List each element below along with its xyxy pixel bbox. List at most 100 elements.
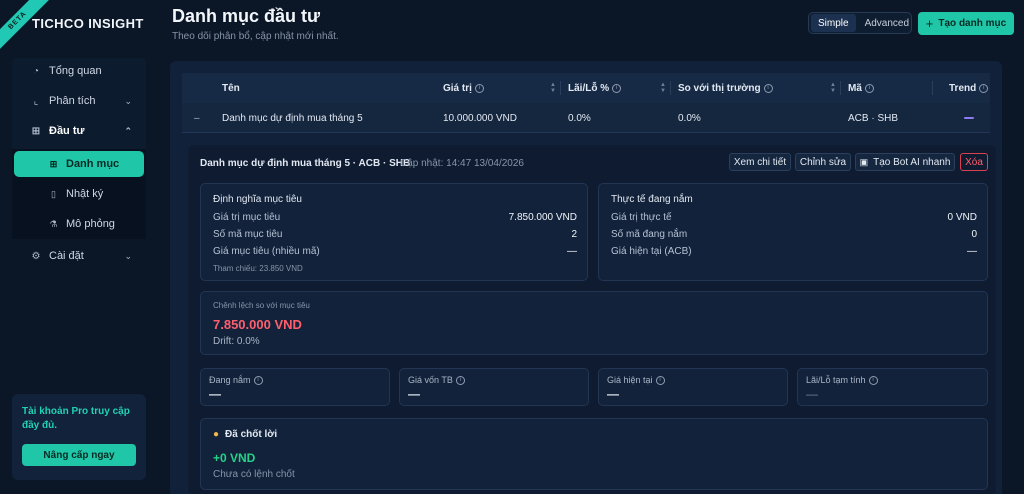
sidebar-item-label: Phân tích bbox=[49, 95, 96, 107]
info-icon: i bbox=[864, 83, 874, 93]
sidebar-subitem-portfolio[interactable]: ⊞ Danh mục bbox=[14, 151, 144, 177]
deviation-value: 7.850.000 VND bbox=[213, 317, 302, 332]
actual-card: Thực tế đang nắm Giá trị thực tế 0 VND S… bbox=[598, 183, 988, 281]
plus-icon: + bbox=[925, 16, 934, 31]
sort-icon[interactable]: ▲ ▼ bbox=[830, 82, 836, 94]
deviation-label: Chênh lệch so với mục tiêu bbox=[213, 301, 310, 310]
column-header-vs-market[interactable]: So với thị trường i bbox=[678, 73, 773, 103]
row-value: 10.000.000 VND bbox=[443, 112, 517, 124]
column-header-trend[interactable]: Trend i bbox=[949, 73, 989, 103]
column-header-pl[interactable]: Lãi/Lỗ % i bbox=[568, 73, 622, 103]
sort-icon[interactable]: ▲ ▼ bbox=[550, 82, 556, 94]
actual-row: Giá trị thực tế 0 VND bbox=[611, 212, 977, 223]
sidebar-subitem-journal[interactable]: ▯ Nhật ký bbox=[12, 181, 146, 207]
info-icon: i bbox=[474, 83, 484, 93]
bot-icon: ▣ bbox=[859, 156, 869, 167]
column-header-code[interactable]: Mã i bbox=[848, 73, 874, 103]
pro-card: Tài khoản Pro truy cập đầy đủ. Nâng cấp … bbox=[12, 394, 146, 480]
row-codes: ACB · SHB bbox=[848, 112, 899, 124]
target-reference: Tham chiếu: 23.850 VND bbox=[213, 264, 303, 273]
target-card-title: Định nghĩa mục tiêu bbox=[213, 194, 302, 205]
column-divider bbox=[932, 81, 933, 95]
gear-icon: ⚙ bbox=[31, 250, 41, 262]
sidebar-item-label: Mô phỏng bbox=[66, 218, 115, 230]
stat-card-unrealized-pl: Lãi/Lỗ tạm tính i — bbox=[797, 368, 988, 406]
sidebar-item-settings[interactable]: ⚙ Cài đặt ⌄ bbox=[12, 243, 146, 269]
stat-card-avg-cost: Giá vốn TB i — bbox=[399, 368, 589, 406]
book-icon: ▯ bbox=[51, 188, 56, 199]
target-row: Số mã mục tiêu 2 bbox=[213, 229, 577, 240]
column-header-name[interactable]: Tên bbox=[222, 73, 240, 103]
info-icon: i bbox=[253, 375, 263, 385]
info-icon: i bbox=[763, 83, 773, 93]
chart-icon: ⌞ bbox=[33, 95, 39, 107]
detail-updated: Cập nhật: 14:47 13/04/2026 bbox=[400, 158, 524, 169]
sidebar-item-label: Cài đặt bbox=[49, 250, 84, 262]
stat-card-holding: Đang nắm i — bbox=[200, 368, 390, 406]
target-row: Giá mục tiêu (nhiều mã) — bbox=[213, 246, 577, 257]
table-row[interactable]: – Danh mục dự định mua tháng 5 10.000.00… bbox=[182, 103, 990, 133]
info-icon: i bbox=[655, 375, 665, 385]
sidebar-item-overview[interactable]: ◔ Tổng quan bbox=[12, 58, 146, 84]
sidebar-item-label: Nhật ký bbox=[66, 188, 104, 200]
stat-card-current-price: Giá hiện tại i — bbox=[598, 368, 788, 406]
chevron-down-icon: ⌄ bbox=[124, 250, 132, 261]
sidebar-item-label: Đầu tư bbox=[49, 125, 85, 137]
page-title: Danh mục đầu tư bbox=[172, 6, 321, 26]
realized-profit-card: ● Đã chốt lời +0 VND Chưa có lệnh chốt bbox=[200, 418, 988, 490]
grid-icon: ⊞ bbox=[31, 125, 41, 137]
sidebar-nav: ◔ Tổng quan ⌞ Phân tích ⌄ ⊞ Đầu tư ⌃ ⊞ D… bbox=[12, 58, 146, 239]
sidebar-item-analysis[interactable]: ⌞ Phân tích ⌄ bbox=[12, 88, 146, 114]
gauge-icon: ◔ bbox=[32, 65, 40, 77]
table-header: Tên Giá trị i ▲ ▼ Lãi/Lỗ % i ▲ ▼ So với th… bbox=[182, 73, 990, 103]
row-pl: 0.0% bbox=[568, 112, 591, 124]
detail-title: Danh mục dự định mua tháng 5 · ACB · SHB bbox=[200, 158, 411, 169]
brand-name: TICHCO INSIGHT bbox=[32, 16, 144, 31]
sidebar-item-invest[interactable]: ⊞ Đầu tư ⌃ bbox=[12, 118, 146, 144]
row-collapse-toggle[interactable]: – bbox=[194, 103, 200, 133]
mode-toggle: Simple Advanced bbox=[808, 12, 912, 34]
info-icon: i bbox=[455, 375, 465, 385]
chevron-down-icon: ⌄ bbox=[124, 95, 132, 106]
view-detail-button[interactable]: Xem chi tiết bbox=[729, 153, 791, 171]
actual-row: Số mã đang nắm 0 bbox=[611, 229, 977, 240]
upgrade-button[interactable]: Nâng cấp ngay bbox=[22, 444, 136, 466]
grid-icon: ⊞ bbox=[49, 158, 58, 169]
info-icon: i bbox=[868, 375, 878, 385]
actual-row: Giá hiện tại (ACB) — bbox=[611, 246, 977, 257]
edit-button[interactable]: Chỉnh sửa bbox=[795, 153, 851, 171]
realized-title: Đã chốt lời bbox=[225, 429, 278, 440]
actual-card-title: Thực tế đang nắm bbox=[611, 194, 693, 205]
column-divider bbox=[560, 81, 561, 95]
deviation-card: Chênh lệch so với mục tiêu 7.850.000 VND… bbox=[200, 291, 988, 355]
mode-advanced-button[interactable]: Advanced bbox=[858, 14, 916, 32]
create-bot-button[interactable]: ▣ Tạo Bot AI nhanh bbox=[855, 153, 955, 171]
target-card: Định nghĩa mục tiêu Giá trị mục tiêu 7.8… bbox=[200, 183, 588, 281]
realized-note: Chưa có lệnh chốt bbox=[213, 469, 295, 480]
portfolio-panel: Tên Giá trị i ▲ ▼ Lãi/Lỗ % i ▲ ▼ So với th… bbox=[170, 61, 1002, 494]
sidebar: BETA TICHCO INSIGHT ◔ Tổng quan ⌞ Phân t… bbox=[0, 0, 158, 494]
column-divider bbox=[840, 81, 841, 95]
row-name: Danh mục dự định mua tháng 5 bbox=[222, 112, 363, 124]
sidebar-subitem-simulation[interactable]: ⚗ Mô phỏng bbox=[12, 211, 146, 237]
sort-icon[interactable]: ▲ ▼ bbox=[660, 82, 666, 94]
target-row: Giá trị mục tiêu 7.850.000 VND bbox=[213, 212, 577, 223]
delete-button[interactable]: Xóa bbox=[960, 153, 988, 171]
page-subtitle: Theo dõi phân bổ, cập nhật mới nhất. bbox=[172, 31, 339, 42]
row-vs-market: 0.0% bbox=[678, 112, 701, 124]
portfolio-detail: Danh mục dự định mua tháng 5 · ACB · SHB… bbox=[188, 145, 996, 494]
pro-text: Tài khoản Pro truy cập đầy đủ. bbox=[22, 406, 130, 431]
create-portfolio-button[interactable]: + Tạo danh mục bbox=[918, 12, 1014, 35]
invest-submenu: ⊞ Danh mục ▯ Nhật ký ⚗ Mô phỏng bbox=[12, 149, 146, 239]
create-portfolio-label: Tạo danh mục bbox=[938, 18, 1007, 29]
realized-value: +0 VND bbox=[213, 451, 256, 465]
deviation-drift: Drift: 0.0% bbox=[213, 336, 260, 347]
info-icon: i bbox=[979, 83, 989, 93]
flask-icon: ⚗ bbox=[49, 218, 58, 229]
mode-simple-button[interactable]: Simple bbox=[811, 14, 856, 32]
column-header-value[interactable]: Giá trị i bbox=[443, 73, 484, 103]
column-divider bbox=[670, 81, 671, 95]
trend-sparkline bbox=[964, 117, 974, 119]
sidebar-item-label: Danh mục bbox=[66, 158, 120, 170]
chevron-up-icon: ⌃ bbox=[124, 125, 132, 136]
